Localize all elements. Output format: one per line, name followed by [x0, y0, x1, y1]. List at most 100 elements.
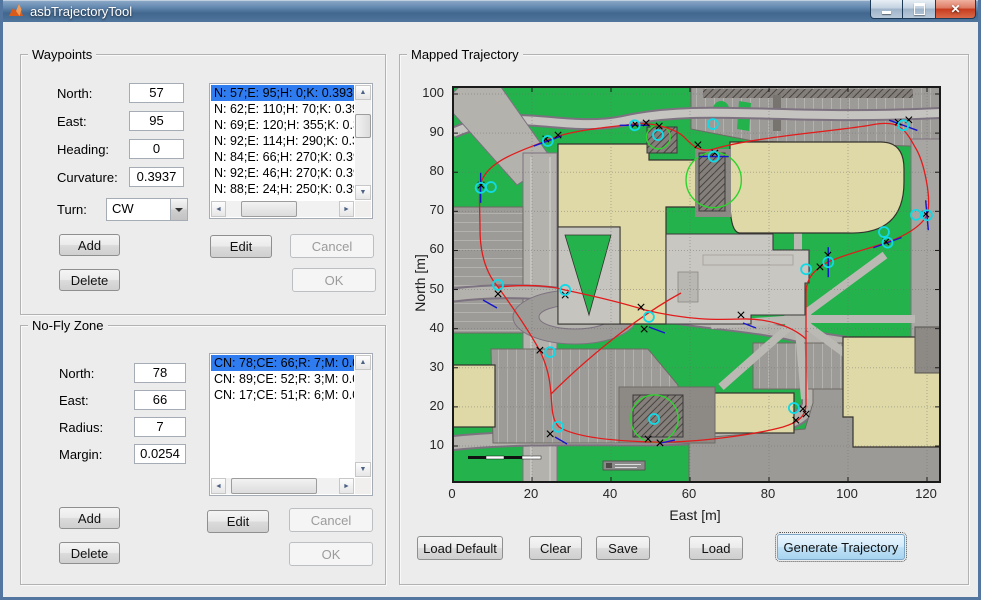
y-tick: 60: [414, 241, 444, 256]
x-tick: 100: [832, 486, 862, 501]
east-label: East:: [57, 114, 87, 129]
list-item[interactable]: CN: 17;CE: 51;R: 6;M: 0.0254: [211, 387, 354, 403]
nfz-margin-label: Margin:: [59, 447, 102, 462]
heading-label: Heading:: [57, 142, 109, 157]
title-bar[interactable]: asbTrajectoryTool ✕: [0, 0, 981, 22]
nfz-east-input[interactable]: 66: [134, 390, 186, 410]
curvature-label: Curvature:: [57, 170, 118, 185]
waypoints-panel: Waypoints North: 57 East: 95 Heading: 0 …: [20, 54, 386, 315]
waypoint-cancel-button: Cancel: [290, 234, 374, 258]
list-item[interactable]: N: 92;E: 46;H: 270;K: 0.3937: [211, 165, 354, 181]
map-panel-title: Mapped Trajectory: [407, 47, 523, 62]
turn-dropdown-value: CW: [112, 201, 134, 216]
nfz-delete-button[interactable]: Delete: [59, 542, 120, 564]
nfz-radius-input[interactable]: 7: [134, 417, 186, 437]
waypoint-delete-button[interactable]: Delete: [59, 269, 120, 291]
nfz-add-button[interactable]: Add: [59, 507, 120, 529]
scroll-up-icon[interactable]: ▲: [355, 355, 371, 370]
x-axis-label: East [m]: [645, 507, 745, 523]
scroll-down-icon[interactable]: ▼: [355, 185, 371, 200]
nfz-listbox[interactable]: CN: 78;CE: 66;R: 7;M: 0.0254CN: 89;CE: 5…: [209, 353, 373, 496]
scroll-up-icon[interactable]: ▲: [355, 85, 371, 100]
waypoint-add-button[interactable]: Add: [59, 234, 120, 256]
y-tick: 50: [414, 281, 444, 296]
waypoints-panel-title: Waypoints: [28, 47, 96, 62]
y-tick: 90: [414, 124, 444, 139]
nofly-panel-title: No-Fly Zone: [28, 318, 108, 333]
scroll-right-icon[interactable]: ►: [339, 201, 354, 217]
nfz-list-hscrollbar[interactable]: ◄ ►: [211, 478, 354, 494]
minimize-icon: [882, 11, 891, 14]
minimize-button[interactable]: [870, 0, 903, 19]
list-item[interactable]: N: 84;E: 66;H: 270;K: 0.3937: [211, 149, 354, 165]
list-item[interactable]: N: 69;E: 120;H: 355;K: 0.3937: [211, 117, 354, 133]
waypoint-list-vscrollbar[interactable]: ▲ ▼: [355, 85, 371, 200]
heading-input[interactable]: 0: [129, 139, 184, 159]
north-input[interactable]: 57: [129, 83, 184, 103]
y-tick: 30: [414, 359, 444, 374]
waypoint-edit-button[interactable]: Edit: [210, 235, 272, 258]
list-item[interactable]: CN: 89;CE: 52;R: 3;M: 0.0254: [211, 371, 354, 387]
nfz-edit-button[interactable]: Edit: [207, 510, 269, 533]
maximize-icon: [914, 3, 925, 15]
x-tick: 80: [753, 486, 783, 501]
waypoint-list[interactable]: N: 57;E: 95;H: 0;K: 0.3937N: 62;E: 110;H…: [211, 85, 354, 200]
list-item[interactable]: N: 57;E: 95;H: 0;K: 0.3937: [211, 85, 354, 101]
load-default-button[interactable]: Load Default: [417, 536, 503, 560]
nfz-list[interactable]: CN: 78;CE: 66;R: 7;M: 0.0254CN: 89;CE: 5…: [211, 355, 354, 477]
scroll-left-icon[interactable]: ◄: [211, 201, 226, 217]
close-button[interactable]: ✕: [936, 0, 976, 19]
matlab-app-icon: [8, 3, 24, 19]
x-tick: 40: [595, 486, 625, 501]
map-panel: Mapped Trajectory North [m]: [399, 54, 969, 585]
load-button[interactable]: Load: [689, 536, 743, 560]
waypoint-list-hscrollbar[interactable]: ◄ ►: [211, 201, 354, 217]
y-tick: 20: [414, 398, 444, 413]
map-scale-bar: [468, 456, 541, 459]
chevron-down-icon[interactable]: [170, 199, 187, 220]
nfz-radius-label: Radius:: [59, 420, 103, 435]
x-tick: 60: [674, 486, 704, 501]
y-tick-labels: 102030405060708090100: [410, 86, 448, 481]
waypoint-listbox[interactable]: N: 57;E: 95;H: 0;K: 0.3937N: 62;E: 110;H…: [209, 83, 373, 219]
nfz-cancel-button: Cancel: [289, 508, 373, 532]
maximize-button[interactable]: [903, 0, 936, 19]
nfz-margin-input[interactable]: 0.0254: [134, 444, 186, 464]
list-item[interactable]: N: 92;E: 114;H: 290;K: 0.3937: [211, 133, 354, 149]
map-stamp: [603, 461, 645, 470]
north-label: North:: [57, 86, 92, 101]
generate-trajectory-button[interactable]: Generate Trajectory: [777, 534, 905, 560]
nfz-ok-button: OK: [289, 542, 373, 566]
x-tick: 20: [516, 486, 546, 501]
y-tick: 100: [414, 85, 444, 100]
close-icon: ✕: [950, 3, 960, 15]
clear-button[interactable]: Clear: [529, 536, 582, 560]
nfz-east-label: East:: [59, 393, 89, 408]
list-item[interactable]: CN: 78;CE: 66;R: 7;M: 0.0254: [211, 355, 354, 371]
y-tick: 70: [414, 202, 444, 217]
waypoint-ok-button: OK: [292, 268, 376, 292]
x-tick-labels: 020406080100120: [452, 486, 939, 502]
turn-dropdown[interactable]: CW: [106, 198, 188, 221]
nfz-list-vscrollbar[interactable]: ▲ ▼: [355, 355, 371, 477]
building-southwest: [453, 365, 495, 427]
nfz-north-input[interactable]: 78: [134, 363, 186, 383]
save-button[interactable]: Save: [596, 536, 650, 560]
scroll-down-icon[interactable]: ▼: [355, 462, 371, 477]
app-window: asbTrajectoryTool ✕ Waypoints North: 57 …: [0, 0, 981, 600]
east-input[interactable]: 95: [129, 111, 184, 131]
list-item[interactable]: N: 88;E: 24;H: 250;K: 0.3937: [211, 181, 354, 197]
scroll-right-icon[interactable]: ►: [339, 478, 354, 494]
campus-map: [453, 87, 940, 482]
curvature-input[interactable]: 0.3937: [129, 167, 184, 187]
list-item[interactable]: N: 76;E: 7;H: 180;K: 0.3937: [211, 197, 354, 200]
turn-label: Turn:: [57, 202, 87, 217]
scroll-left-icon[interactable]: ◄: [211, 478, 226, 494]
y-tick: 10: [414, 437, 444, 452]
window-controls: ✕: [870, 0, 976, 19]
list-item[interactable]: N: 62;E: 110;H: 70;K: 0.3937: [211, 101, 354, 117]
y-tick: 80: [414, 163, 444, 178]
x-tick: 0: [437, 486, 467, 501]
nfz-north-label: North:: [59, 366, 94, 381]
trajectory-map-plot: [452, 86, 941, 483]
